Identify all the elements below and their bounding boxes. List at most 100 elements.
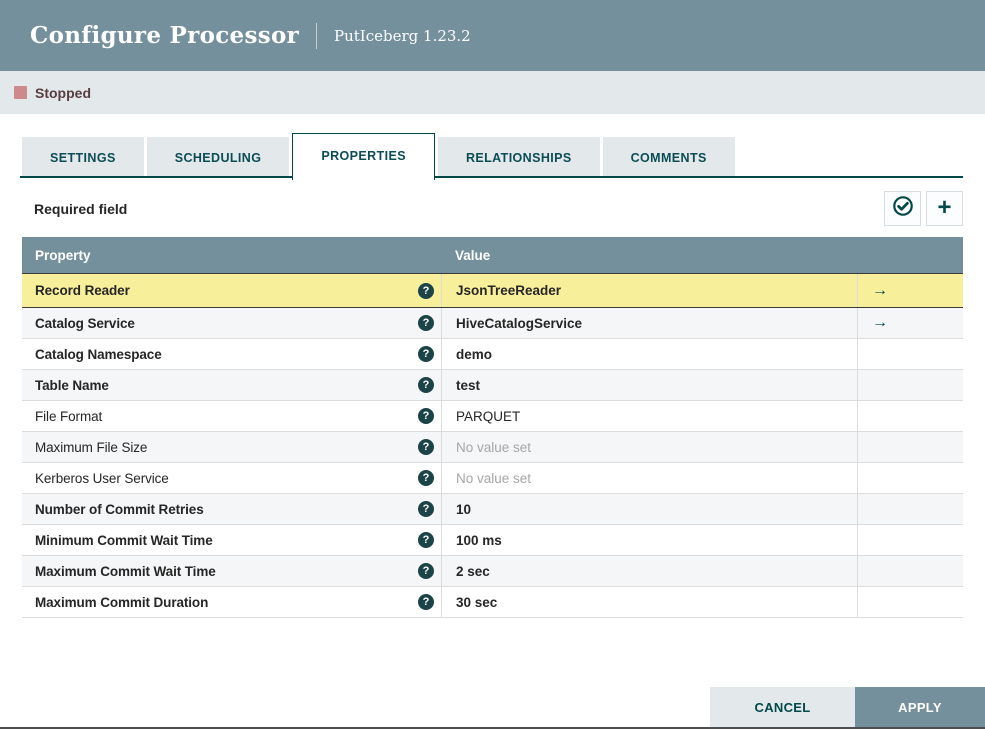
stopped-square-icon <box>14 86 27 99</box>
tab-label: PROPERTIES <box>321 149 406 163</box>
properties-toolbar: Required field + <box>22 178 963 237</box>
property-value: demo <box>456 346 493 362</box>
value-cell[interactable]: 10 <box>441 494 857 524</box>
value-cell[interactable]: demo <box>441 339 857 369</box>
table-row[interactable]: Maximum File Size ? No value set → <box>22 432 963 463</box>
property-name: Maximum File Size <box>35 439 148 455</box>
tab-relationships[interactable]: RELATIONSHIPS <box>437 137 600 178</box>
toolbar-buttons: + <box>879 191 963 226</box>
table-row[interactable]: Minimum Commit Wait Time ? 100 ms → <box>22 525 963 556</box>
table-row[interactable]: Table Name ? test → <box>22 370 963 401</box>
cancel-button[interactable]: CANCEL <box>710 687 855 728</box>
property-value: 2 sec <box>456 563 490 579</box>
property-cell: Catalog Service ? <box>22 308 441 338</box>
actions-cell: → <box>857 525 963 555</box>
table-row[interactable]: File Format ? PARQUET → <box>22 401 963 432</box>
table-row[interactable]: Maximum Commit Duration ? 30 sec → <box>22 587 963 618</box>
property-value: JsonTreeReader <box>456 283 562 298</box>
tab-label: COMMENTS <box>630 150 707 165</box>
help-icon[interactable]: ? <box>418 346 434 362</box>
table-row[interactable]: Record Reader ? JsonTreeReader → <box>22 273 963 308</box>
tab-label: RELATIONSHIPS <box>465 150 572 165</box>
value-cell[interactable]: JsonTreeReader <box>441 274 857 307</box>
add-property-button[interactable]: + <box>926 191 963 226</box>
actions-cell: → <box>857 432 963 462</box>
property-cell: File Format ? <box>22 401 441 431</box>
help-icon[interactable]: ? <box>418 563 434 579</box>
value-cell[interactable]: No value set <box>441 463 857 493</box>
title-divider <box>316 22 318 49</box>
help-icon[interactable]: ? <box>418 470 434 486</box>
value-cell[interactable]: test <box>441 370 857 400</box>
property-value: test <box>456 377 481 393</box>
property-name: Catalog Service <box>35 315 135 331</box>
property-cell: Table Name ? <box>22 370 441 400</box>
property-value: No value set <box>456 470 532 486</box>
help-icon[interactable]: ? <box>418 408 434 424</box>
help-icon[interactable]: ? <box>418 315 434 331</box>
property-name: Number of Commit Retries <box>35 501 204 517</box>
value-cell[interactable]: 100 ms <box>441 525 857 555</box>
status-label: Stopped <box>35 84 91 101</box>
value-cell[interactable]: 30 sec <box>441 587 857 617</box>
status-bar: Stopped <box>0 71 985 114</box>
property-value: PARQUET <box>456 408 521 424</box>
value-cell[interactable]: PARQUET <box>441 401 857 431</box>
properties-table: Property Value Record Reader ? JsonTreeR… <box>22 237 963 618</box>
help-icon[interactable]: ? <box>418 532 434 548</box>
help-icon[interactable]: ? <box>418 501 434 517</box>
column-header-value: Value <box>455 247 491 263</box>
go-to-service-icon[interactable]: → <box>872 282 888 299</box>
property-cell: Maximum Commit Wait Time ? <box>22 556 441 586</box>
value-cell[interactable]: HiveCatalogService <box>441 308 857 338</box>
apply-button[interactable]: APPLY <box>855 687 985 728</box>
tab-comments[interactable]: COMMENTS <box>602 137 735 178</box>
tab-label: SCHEDULING <box>174 150 262 165</box>
tab-properties[interactable]: PROPERTIES <box>292 133 435 180</box>
table-row[interactable]: Number of Commit Retries ? 10 → <box>22 494 963 525</box>
dialog-header: Configure Processor PutIceberg 1.23.2 <box>0 0 985 71</box>
actions-cell: → <box>857 308 963 338</box>
property-name: Table Name <box>35 377 109 393</box>
processor-type-version: PutIceberg 1.23.2 <box>334 26 471 45</box>
tab-scheduling[interactable]: SCHEDULING <box>146 137 290 178</box>
go-to-service-icon[interactable]: → <box>872 315 888 331</box>
table-row[interactable]: Catalog Service ? HiveCatalogService → <box>22 308 963 339</box>
property-cell: Minimum Commit Wait Time ? <box>22 525 441 555</box>
property-cell: Maximum File Size ? <box>22 432 441 462</box>
help-icon[interactable]: ? <box>418 377 434 393</box>
property-cell: Record Reader ? <box>22 274 441 307</box>
help-icon[interactable]: ? <box>418 439 434 455</box>
help-icon[interactable]: ? <box>418 282 434 299</box>
value-cell[interactable]: 2 sec <box>441 556 857 586</box>
property-name: Record Reader <box>35 283 130 298</box>
property-name: Catalog Namespace <box>35 346 162 362</box>
tab-label: SETTINGS <box>50 150 116 165</box>
property-cell: Number of Commit Retries ? <box>22 494 441 524</box>
dialog-bottom-edge <box>0 727 985 729</box>
property-value: 30 sec <box>456 594 498 610</box>
actions-cell: → <box>857 556 963 586</box>
column-header-actions <box>857 237 963 273</box>
actions-cell: → <box>857 370 963 400</box>
add-property-icon: + <box>937 193 952 221</box>
tab-settings[interactable]: SETTINGS <box>22 137 144 178</box>
property-value: 100 ms <box>456 532 502 548</box>
verify-properties-button[interactable] <box>884 191 921 226</box>
help-icon[interactable]: ? <box>418 594 434 610</box>
table-row[interactable]: Kerberos User Service ? No value set → <box>22 463 963 494</box>
property-name: Maximum Commit Duration <box>35 594 209 610</box>
actions-cell: → <box>857 401 963 431</box>
required-field-hint: Required field <box>34 200 128 217</box>
property-cell: Kerberos User Service ? <box>22 463 441 493</box>
actions-cell: → <box>857 463 963 493</box>
table-row[interactable]: Catalog Namespace ? demo → <box>22 339 963 370</box>
dialog-title: Configure Processor <box>30 22 300 49</box>
verify-properties-icon <box>892 195 914 222</box>
actions-cell: → <box>857 274 963 307</box>
property-name: Kerberos User Service <box>35 470 169 486</box>
footer-buttons: CANCEL APPLY <box>710 687 985 728</box>
value-cell[interactable]: No value set <box>441 432 857 462</box>
table-row[interactable]: Maximum Commit Wait Time ? 2 sec → <box>22 556 963 587</box>
property-name: File Format <box>35 408 103 424</box>
